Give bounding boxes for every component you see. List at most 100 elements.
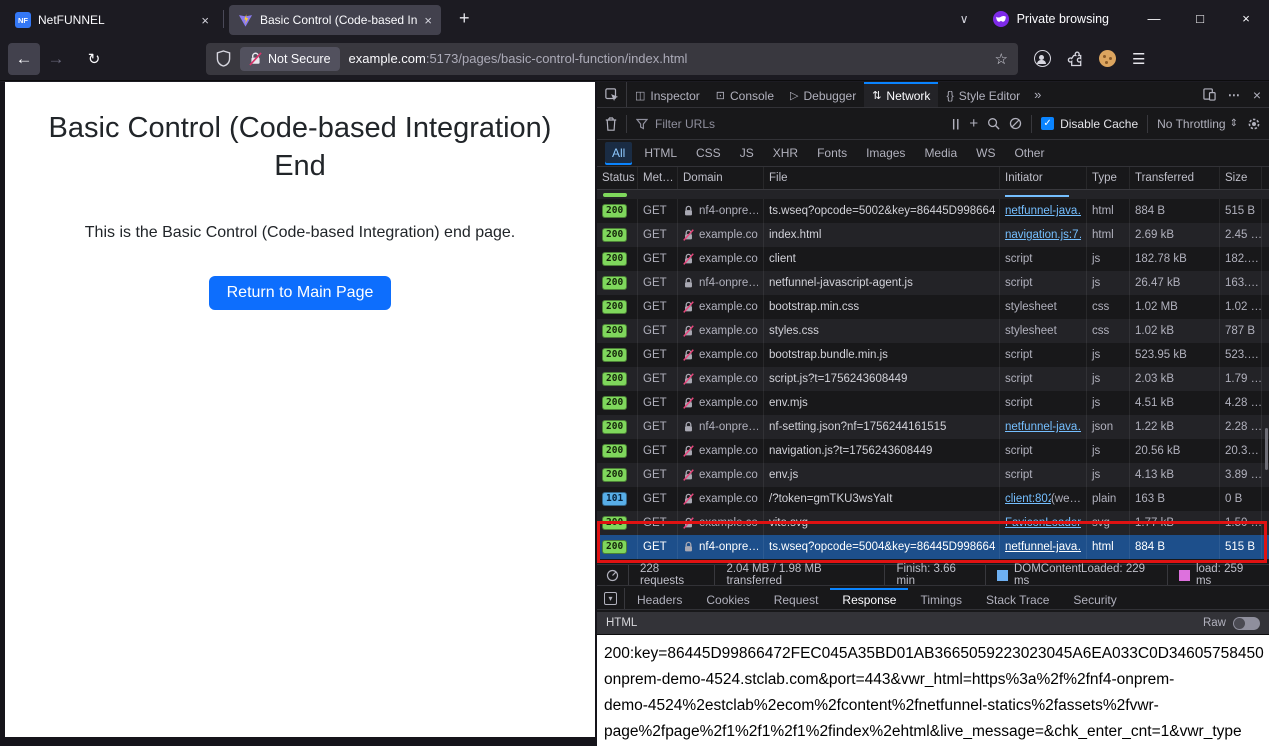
disable-cache-control[interactable]: ✓ Disable Cache (1041, 117, 1138, 131)
detail-tab-timings[interactable]: Timings (908, 588, 974, 609)
network-request-row[interactable]: 200GETexample.co…vite.svgFaviconLoader.…… (597, 511, 1269, 535)
network-request-row[interactable]: 200GETnf4-onpre…nf-setting.json?nf=17562… (597, 415, 1269, 439)
status-badge: 200 (602, 420, 627, 434)
shield-icon[interactable] (216, 50, 231, 67)
profile-avatar[interactable] (1099, 50, 1116, 67)
disable-cache-checkbox[interactable]: ✓ (1041, 117, 1054, 130)
detail-tab-stack-trace[interactable]: Stack Trace (974, 588, 1061, 609)
network-request-row[interactable]: 200GETexample.co…clientscriptjs182.78 kB… (597, 247, 1269, 271)
column-header-initiator[interactable]: Initiator (1000, 167, 1087, 189)
column-header-domain[interactable]: Domain (678, 167, 764, 189)
network-request-row[interactable]: 200GETexample.co…bootstrap.min.cssstyles… (597, 295, 1269, 319)
list-all-tabs-chevron-icon[interactable]: ∨ (946, 12, 983, 26)
initiator-link[interactable]: navigation.js:7… (1005, 229, 1081, 241)
return-to-main-page-button[interactable]: Return to Main Page (209, 276, 392, 310)
responsive-design-icon[interactable] (1203, 88, 1216, 101)
tab-basic-control[interactable]: Basic Control (Code-based Inte × (229, 5, 441, 35)
type-filter-images[interactable]: Images (859, 142, 912, 165)
detail-tab-request[interactable]: Request (762, 588, 831, 609)
type-filter-ws[interactable]: WS (969, 142, 1002, 165)
lock-icon (683, 421, 694, 433)
raw-toggle-switch[interactable] (1233, 617, 1260, 630)
response-body[interactable]: 200:key=86445D99866472FEC045A35BD01AB366… (597, 635, 1269, 746)
network-request-row[interactable]: 200GETexample.co…script.js?t=17562436084… (597, 367, 1269, 391)
network-request-row[interactable]: 200GETexample.co…styles.cssstylesheetcss… (597, 319, 1269, 343)
column-header-file[interactable]: File (764, 167, 1000, 189)
initiator-link[interactable]: netfunnel-java… (1005, 205, 1081, 217)
tool-tab-inspector[interactable]: ◫Inspector (627, 82, 708, 107)
performance-stopwatch-icon[interactable] (597, 565, 629, 585)
type-filter-fonts[interactable]: Fonts (810, 142, 854, 165)
tab-netfunnel[interactable]: NF NetFUNNEL × (6, 5, 218, 35)
type-cell: js (1087, 343, 1130, 367)
type-filter-xhr[interactable]: XHR (766, 142, 805, 165)
tool-tab-network[interactable]: ⇅Network (864, 82, 938, 107)
element-picker-icon[interactable] (597, 82, 627, 107)
network-request-row[interactable]: 200GETexample.co…index.htmlnavigation.js… (597, 223, 1269, 247)
network-settings-gear-icon[interactable] (1247, 117, 1261, 131)
add-icon[interactable]: + (969, 115, 978, 132)
network-request-row[interactable]: 200GETexample.co…env.jsscriptjs4.13 kB3.… (597, 463, 1269, 487)
clear-requests-trash-icon[interactable] (605, 117, 617, 131)
back-button[interactable]: ← (8, 43, 40, 75)
tab-close-icon[interactable]: × (424, 14, 432, 27)
window-minimize-button[interactable]: — (1131, 0, 1177, 37)
window-maximize-button[interactable]: □ (1177, 0, 1223, 37)
column-header-type[interactable]: Type (1087, 167, 1130, 189)
type-filter-css[interactable]: CSS (689, 142, 728, 165)
detail-tab-response[interactable]: Response (830, 588, 908, 609)
tab-close-icon[interactable]: × (201, 14, 209, 27)
tool-tab-console[interactable]: ⊡Console (708, 82, 782, 107)
network-request-row[interactable]: 101GETexample.co…/?token=gmTKU3wsYaItcli… (597, 487, 1269, 511)
menu-hamburger-icon[interactable]: ☰ (1132, 50, 1145, 68)
table-scrollbar-thumb[interactable] (1265, 428, 1268, 470)
size-cell: 2.28 … (1220, 415, 1262, 439)
network-request-row[interactable]: 200GETnf4-onpre…ts.wseq?opcode=5004&key=… (597, 535, 1269, 559)
initiator-link[interactable]: client:802 (1005, 493, 1051, 505)
type-filter-all[interactable]: All (605, 142, 632, 165)
detail-tab-security[interactable]: Security (1061, 588, 1128, 609)
throttling-dropdown[interactable]: No Throttling ⇕ (1157, 117, 1238, 131)
not-secure-chip[interactable]: Not Secure (240, 47, 340, 71)
initiator-link[interactable]: netfunnel-java… (1005, 541, 1081, 553)
forward-button[interactable]: → (40, 43, 72, 75)
more-tools-chevron-icon[interactable]: » (1028, 82, 1047, 107)
url-text[interactable]: example.com:5173/pages/basic-control-fun… (349, 51, 986, 66)
raw-toggle-control[interactable]: Raw (1203, 617, 1260, 630)
tool-tab-debugger[interactable]: ▷Debugger (782, 82, 864, 107)
type-filter-media[interactable]: Media (917, 142, 964, 165)
type-filter-html[interactable]: HTML (637, 142, 684, 165)
devtools-menu-icon[interactable]: ⋯ (1228, 88, 1241, 102)
pause-icon[interactable]: || (952, 118, 960, 130)
column-header-transferred[interactable]: Transferred (1130, 167, 1220, 189)
initiator-link[interactable]: FaviconLoader.… (1005, 517, 1081, 529)
search-icon[interactable] (987, 117, 1000, 130)
reload-button[interactable]: ↻ (78, 43, 110, 75)
network-request-row[interactable]: 200GETnf4-onpre…ts.wseq?opcode=5002&key=… (597, 199, 1269, 223)
filter-urls-input[interactable]: Filter URLs (636, 117, 943, 131)
initiator-link[interactable]: netfunnel-java… (1005, 421, 1081, 433)
detail-tab-cookies[interactable]: Cookies (694, 588, 761, 609)
network-request-row[interactable]: 200GETexample.co…env.mjsscriptjs4.51 kB4… (597, 391, 1269, 415)
type-filter-other[interactable]: Other (1007, 142, 1051, 165)
column-header-size[interactable]: Size (1220, 167, 1262, 189)
devtools-close-icon[interactable]: × (1253, 87, 1261, 103)
column-header-met[interactable]: Met… (638, 167, 678, 189)
network-request-row[interactable]: 200GETexample.co…navigation.js?t=1756243… (597, 439, 1269, 463)
new-tab-button[interactable]: + (453, 8, 476, 29)
network-request-row[interactable]: 200GETexample.co…bootstrap.bundle.min.js… (597, 343, 1269, 367)
url-bar[interactable]: Not Secure example.com:5173/pages/basic-… (206, 43, 1018, 75)
network-request-row[interactable]: 200GETnf4-onpre…netfunnel-javascript-age… (597, 271, 1269, 295)
tool-tab-style-editor[interactable]: {}Style Editor (938, 82, 1028, 107)
extensions-puzzle-icon[interactable] (1067, 51, 1083, 67)
collapse-panel-icon[interactable]: ▾ (597, 588, 625, 609)
domain-text: example.co… (699, 229, 758, 241)
detail-tab-headers[interactable]: Headers (625, 588, 694, 609)
type-filter-js[interactable]: JS (733, 142, 761, 165)
column-header-status[interactable]: Status (597, 167, 638, 189)
window-close-button[interactable]: × (1223, 0, 1269, 37)
block-icon[interactable] (1009, 117, 1022, 130)
bookmark-star-icon[interactable]: ☆ (995, 50, 1008, 68)
account-icon[interactable] (1034, 50, 1051, 67)
method-cell: GET (638, 367, 678, 391)
